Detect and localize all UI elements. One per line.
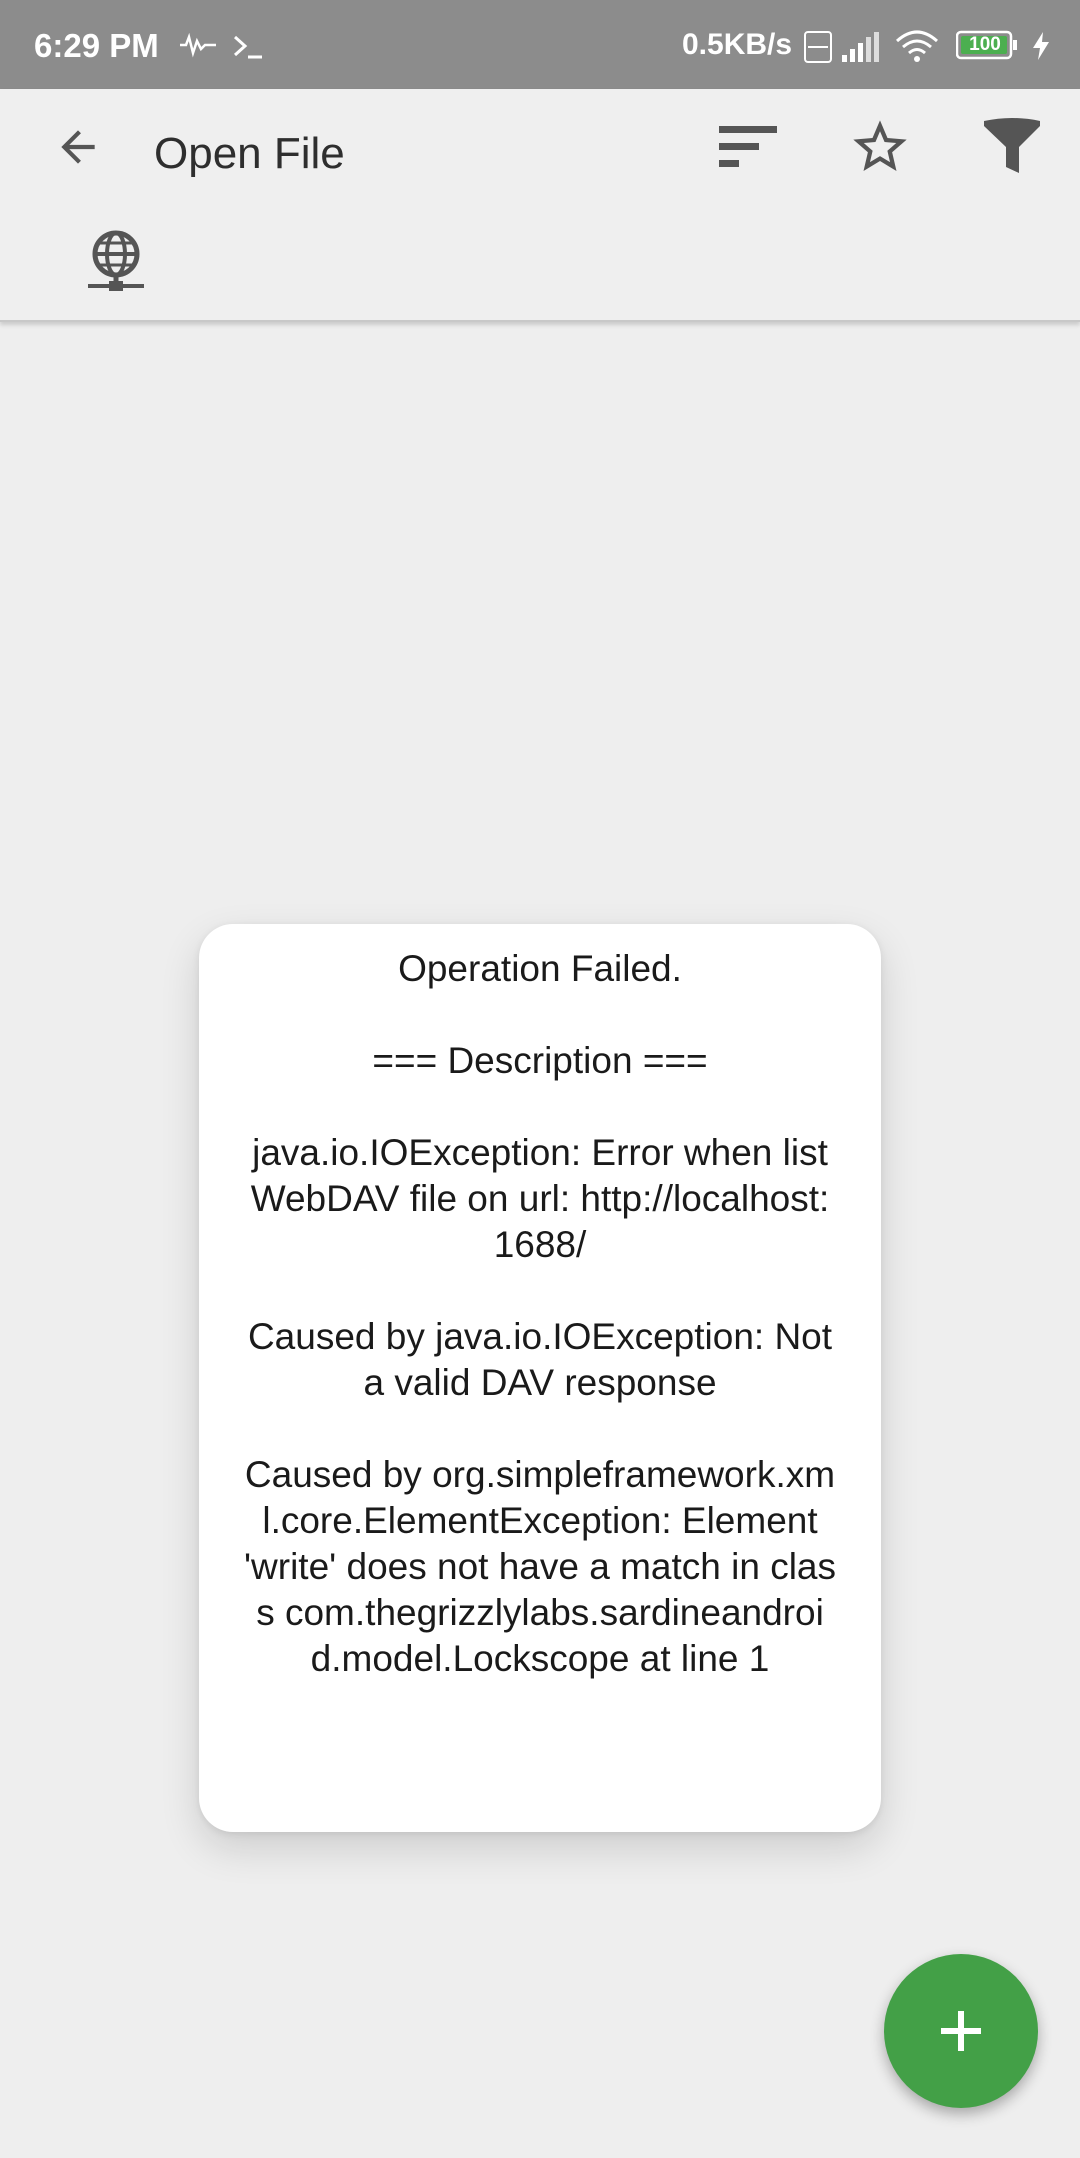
network-globe-icon bbox=[88, 230, 144, 291]
dialog-heading: Operation Failed. bbox=[398, 948, 682, 989]
star-icon bbox=[853, 120, 907, 171]
back-arrow-icon bbox=[61, 130, 95, 164]
description-header: === Description === bbox=[372, 1040, 708, 1081]
network-location-button[interactable] bbox=[80, 225, 152, 297]
sort-button[interactable] bbox=[710, 109, 786, 185]
error-cause-2: Caused by org.simpleframework.xml.core.E… bbox=[243, 1454, 837, 1679]
add-fab-button[interactable] bbox=[884, 1954, 1038, 2108]
activity-icon bbox=[178, 32, 218, 64]
favorite-button[interactable] bbox=[842, 109, 918, 185]
app-bar: Open File bbox=[0, 89, 1080, 322]
error-dialog: Operation Failed. === Description === ja… bbox=[199, 924, 881, 1832]
sort-icon bbox=[719, 126, 777, 167]
volte-icon bbox=[804, 31, 832, 68]
charging-icon bbox=[1030, 31, 1052, 66]
page-title: Open File bbox=[154, 129, 345, 178]
plus-icon bbox=[941, 2011, 981, 2051]
error-cause-1: Caused by java.io.IOException: Not a val… bbox=[247, 1316, 833, 1403]
terminal-icon bbox=[232, 33, 266, 66]
filter-icon bbox=[984, 118, 1040, 173]
battery-level: 100 bbox=[969, 34, 1001, 55]
status-bar: 6:29 PM 0.5KB/s 100 bbox=[0, 0, 1080, 89]
signal-icon bbox=[840, 31, 880, 68]
wifi-icon bbox=[894, 29, 940, 68]
back-button[interactable] bbox=[40, 109, 116, 185]
filter-button[interactable] bbox=[974, 109, 1050, 185]
battery-icon: 100 bbox=[956, 30, 1018, 60]
error-message: java.io.IOException: Error when list Web… bbox=[250, 1132, 830, 1265]
status-time: 6:29 PM bbox=[34, 27, 159, 64]
network-speed: 0.5KB/s bbox=[682, 28, 793, 61]
